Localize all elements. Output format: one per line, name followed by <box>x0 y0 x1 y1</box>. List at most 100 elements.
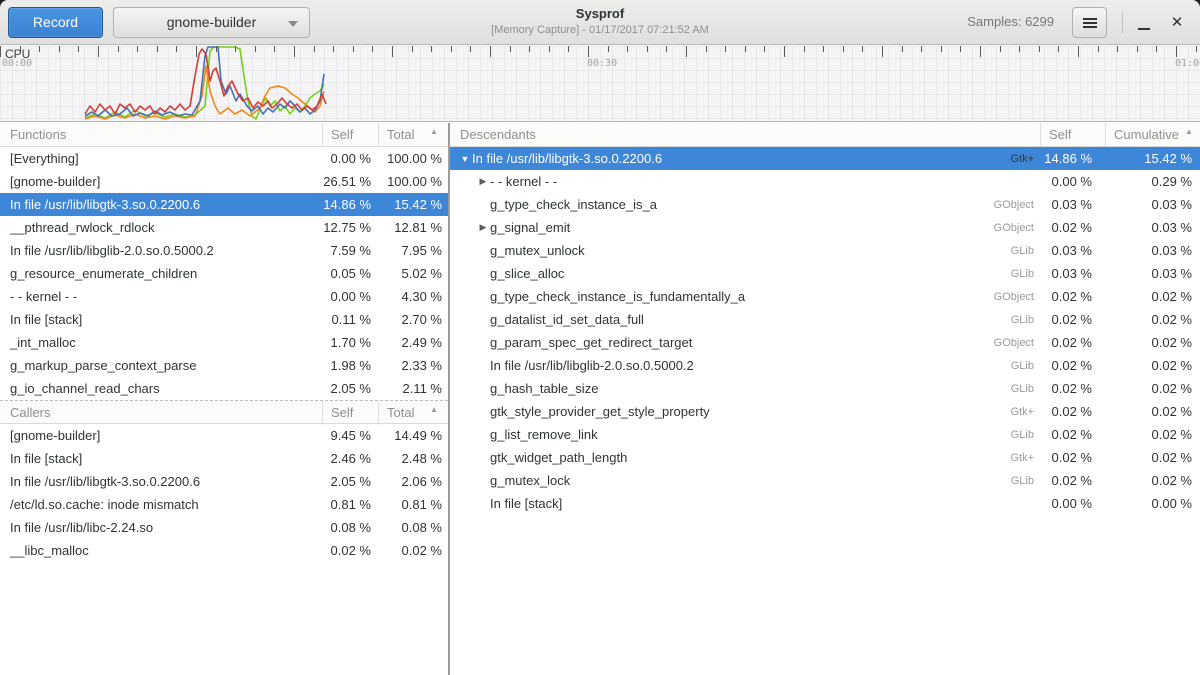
function-name: In file /usr/lib/libglib-2.0.so.0.5000.2 <box>0 243 322 258</box>
total-percent: 14.49 % <box>378 428 448 443</box>
table-row[interactable]: ▼In file /usr/lib/libgtk-3.so.0.2200.6Gt… <box>450 147 1200 170</box>
function-name: g_markup_parse_context_parse <box>0 358 322 373</box>
functions-column-header[interactable]: Functions <box>10 127 66 142</box>
table-row[interactable]: g_param_spec_get_redirect_targetGObject0… <box>450 331 1200 354</box>
sort-ascending-icon: ▲ <box>430 405 438 414</box>
self-percent: 14.86 % <box>1040 151 1105 166</box>
expander-collapse-icon[interactable]: ▼ <box>458 154 472 164</box>
time-label: 01:00 <box>1175 58 1200 69</box>
table-row[interactable]: __pthread_rwlock_rdlock12.75 %12.81 % <box>0 216 448 239</box>
self-column-header[interactable]: Self <box>322 401 378 425</box>
ruler-tick <box>1176 46 1177 57</box>
total-column-header[interactable]: Total▲ <box>378 401 448 425</box>
table-row[interactable]: In file /usr/lib/libglib-2.0.so.0.5000.2… <box>450 354 1200 377</box>
ruler-tick <box>588 46 589 57</box>
table-row[interactable]: In file /usr/lib/libgtk-3.so.0.2200.614.… <box>0 193 448 216</box>
table-row[interactable]: g_datalist_id_set_data_fullGLib0.02 %0.0… <box>450 308 1200 331</box>
process-selector-dropdown[interactable]: gnome-builder <box>113 7 310 38</box>
self-percent: 14.86 % <box>322 197 378 212</box>
function-name: __libc_malloc <box>0 543 322 558</box>
self-percent: 7.59 % <box>322 243 378 258</box>
functions-table-header: Functions Self Total▲ <box>0 123 448 147</box>
table-row[interactable]: gtk_widget_path_lengthGtk+0.02 %0.02 % <box>450 446 1200 469</box>
function-name: _int_malloc <box>0 335 322 350</box>
cumulative-percent: 0.00 % <box>1105 496 1200 511</box>
table-row[interactable]: In file /usr/lib/libgtk-3.so.0.2200.62.0… <box>0 470 448 493</box>
function-name: [gnome-builder] <box>0 428 322 443</box>
functions-pane: Functions Self Total▲ [Everything]0.00 %… <box>0 123 448 675</box>
menu-button[interactable] <box>1072 7 1107 38</box>
table-row[interactable]: g_list_remove_linkGLib0.02 %0.02 % <box>450 423 1200 446</box>
function-name: In file /usr/lib/libgtk-3.so.0.2200.6 <box>0 197 322 212</box>
ruler-tick <box>960 46 961 52</box>
cumulative-percent: 0.02 % <box>1105 312 1200 327</box>
self-percent: 0.00 % <box>1040 496 1105 511</box>
total-percent: 0.81 % <box>378 497 448 512</box>
total-percent: 7.95 % <box>378 243 448 258</box>
table-row[interactable]: - - kernel - -0.00 %4.30 % <box>0 285 448 308</box>
function-name: g_hash_table_size <box>490 381 1011 396</box>
table-row[interactable]: In file [stack]2.46 %2.48 % <box>0 447 448 470</box>
table-row[interactable]: g_mutex_lockGLib0.02 %0.02 % <box>450 469 1200 492</box>
table-row[interactable]: g_hash_table_sizeGLib0.02 %0.02 % <box>450 377 1200 400</box>
self-percent: 0.02 % <box>322 543 378 558</box>
ruler-tick <box>372 46 373 52</box>
cpu-graph[interactable]: CPU 00:0000:3001:00 <box>0 46 1200 122</box>
expander-expand-icon[interactable]: ▶ <box>476 222 490 233</box>
time-label: 00:30 <box>587 58 617 69</box>
table-row[interactable]: g_type_check_instance_is_fundamentally_a… <box>450 285 1200 308</box>
ruler-tick <box>176 46 177 52</box>
library-badge: Gtk+ <box>1010 452 1040 464</box>
minimize-button[interactable] <box>1131 7 1157 38</box>
table-row[interactable]: g_slice_allocGLib0.03 %0.03 % <box>450 262 1200 285</box>
total-column-header[interactable]: Total▲ <box>378 123 448 147</box>
functions-table-body: [Everything]0.00 %100.00 %[gnome-builder… <box>0 147 448 400</box>
callers-table-header: Callers Self Total▲ <box>0 400 448 424</box>
table-row[interactable]: /etc/ld.so.cache: inode mismatch0.81 %0.… <box>0 493 448 516</box>
table-row[interactable]: [Everything]0.00 %100.00 % <box>0 147 448 170</box>
callers-column-header[interactable]: Callers <box>10 405 50 420</box>
close-icon: ✕ <box>1171 14 1184 31</box>
table-row[interactable]: g_io_channel_read_chars2.05 %2.11 % <box>0 377 448 400</box>
table-row[interactable]: gtk_style_provider_get_style_propertyGtk… <box>450 400 1200 423</box>
table-row[interactable]: [gnome-builder]9.45 %14.49 % <box>0 424 448 447</box>
self-percent: 0.00 % <box>1040 174 1105 189</box>
ruler-tick <box>451 46 452 52</box>
table-row[interactable]: __libc_malloc0.02 %0.02 % <box>0 539 448 562</box>
ruler-tick <box>353 46 354 52</box>
self-column-header[interactable]: Self <box>322 123 378 147</box>
expander-expand-icon[interactable]: ▶ <box>476 176 490 187</box>
descendants-column-header[interactable]: Descendants <box>460 127 536 142</box>
table-row[interactable]: _int_malloc1.70 %2.49 % <box>0 331 448 354</box>
ruler-tick <box>490 46 491 57</box>
close-button[interactable]: ✕ <box>1162 7 1192 38</box>
self-column-header[interactable]: Self <box>1040 123 1105 147</box>
table-row[interactable]: g_mutex_unlockGLib0.03 %0.03 % <box>450 239 1200 262</box>
table-row[interactable]: In file [stack]0.00 %0.00 % <box>450 492 1200 515</box>
function-name: In file [stack] <box>0 451 322 466</box>
titlebar-separator <box>1122 12 1123 33</box>
self-percent: 1.70 % <box>322 335 378 350</box>
table-row[interactable]: g_resource_enumerate_children0.05 %5.02 … <box>0 262 448 285</box>
cumulative-percent: 0.02 % <box>1105 427 1200 442</box>
library-badge: Gtk+ <box>1010 153 1040 165</box>
table-row[interactable]: ▶- - kernel - - 0.00 %0.29 % <box>450 170 1200 193</box>
function-name: In file /usr/lib/libglib-2.0.so.0.5000.2 <box>490 358 1011 373</box>
total-percent: 0.02 % <box>378 543 448 558</box>
cumulative-column-header[interactable]: Cumulative▲ <box>1105 123 1200 147</box>
ruler-tick <box>549 46 550 52</box>
function-name: - - kernel - - <box>490 174 1034 189</box>
table-row[interactable]: g_markup_parse_context_parse1.98 %2.33 % <box>0 354 448 377</box>
table-row[interactable]: In file /usr/lib/libglib-2.0.so.0.5000.2… <box>0 239 448 262</box>
table-row[interactable]: g_type_check_instance_is_aGObject0.03 %0… <box>450 193 1200 216</box>
table-row[interactable]: In file [stack]0.11 %2.70 % <box>0 308 448 331</box>
table-row[interactable]: [gnome-builder]26.51 %100.00 % <box>0 170 448 193</box>
ruler-tick <box>274 46 275 52</box>
record-button[interactable]: Record <box>8 7 103 38</box>
table-row[interactable]: In file /usr/lib/libc-2.24.so0.08 %0.08 … <box>0 516 448 539</box>
total-percent: 100.00 % <box>378 151 448 166</box>
cumulative-percent: 0.03 % <box>1105 197 1200 212</box>
cumulative-percent: 0.29 % <box>1105 174 1200 189</box>
table-row[interactable]: ▶g_signal_emitGObject0.02 %0.03 % <box>450 216 1200 239</box>
cumulative-percent: 0.02 % <box>1105 289 1200 304</box>
